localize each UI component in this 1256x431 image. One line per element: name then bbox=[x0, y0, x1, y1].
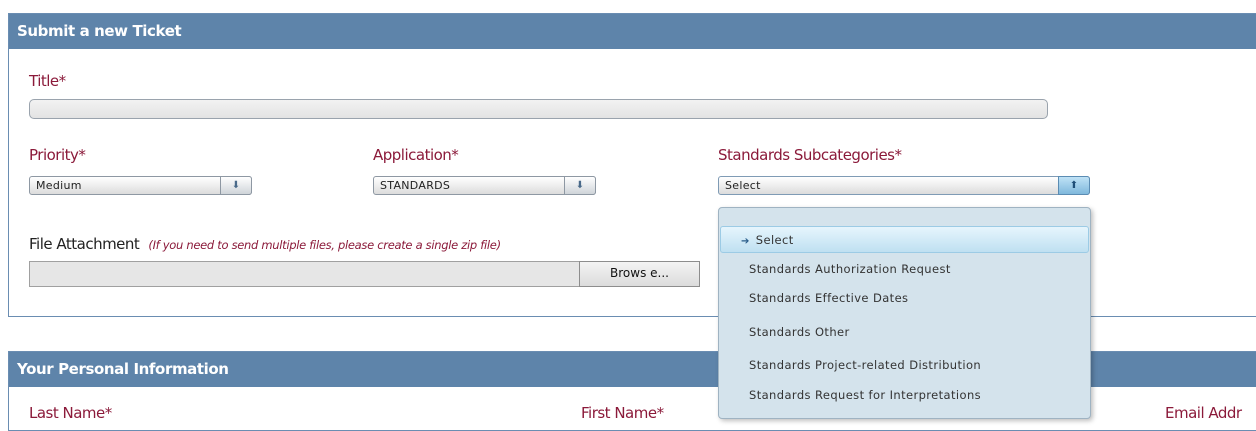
title-input[interactable] bbox=[29, 99, 1048, 119]
dropdown-option-authorization-request[interactable]: Standards Authorization Request bbox=[719, 256, 1090, 283]
attachment-path-field[interactable] bbox=[29, 261, 580, 287]
application-label: Application* bbox=[373, 146, 459, 164]
ticket-panel-header: Submit a new Ticket bbox=[9, 14, 1256, 49]
title-label: Title* bbox=[29, 72, 66, 90]
subcategory-dropdown-list: ➔ Select Standards Authorization Request … bbox=[718, 207, 1091, 419]
dropdown-option-effective-dates[interactable]: Standards Effective Dates bbox=[719, 285, 1090, 312]
arrow-down-icon[interactable]: ⬇ bbox=[564, 176, 596, 195]
arrow-right-icon: ➔ bbox=[741, 236, 750, 247]
arrow-down-icon[interactable]: ⬇ bbox=[220, 176, 252, 195]
application-value: STANDARDS bbox=[380, 179, 451, 192]
priority-select[interactable]: Medium ⬇ bbox=[29, 176, 252, 195]
last-name-label: Last Name* bbox=[29, 404, 112, 422]
dropdown-option-select[interactable]: ➔ Select bbox=[720, 226, 1089, 253]
dropdown-option-project-distribution[interactable]: Standards Project-related Distribution bbox=[719, 352, 1090, 379]
attachment-hint: (If you need to send multiple files, ple… bbox=[148, 238, 501, 252]
arrow-up-icon[interactable]: ⬆ bbox=[1058, 176, 1090, 195]
subcategory-value: Select bbox=[725, 179, 761, 192]
dropdown-option-other[interactable]: Standards Other bbox=[719, 319, 1090, 346]
browse-button[interactable]: Brows e... bbox=[579, 261, 700, 287]
subcategory-label: Standards Subcategories* bbox=[718, 146, 902, 164]
priority-value: Medium bbox=[36, 179, 82, 192]
attachment-label-row: File Attachment (If you need to send mul… bbox=[29, 234, 501, 253]
attachment-label: File Attachment bbox=[29, 235, 140, 253]
subcategory-select[interactable]: Select ⬆ bbox=[718, 176, 1090, 195]
priority-label: Priority* bbox=[29, 146, 86, 164]
first-name-label: First Name* bbox=[581, 404, 664, 422]
dropdown-option-request-interpretations[interactable]: Standards Request for Interpretations bbox=[719, 382, 1090, 409]
email-label: Email Addr bbox=[1165, 404, 1242, 422]
dropdown-option-label: Select bbox=[755, 233, 794, 247]
application-select[interactable]: STANDARDS ⬇ bbox=[373, 176, 596, 195]
